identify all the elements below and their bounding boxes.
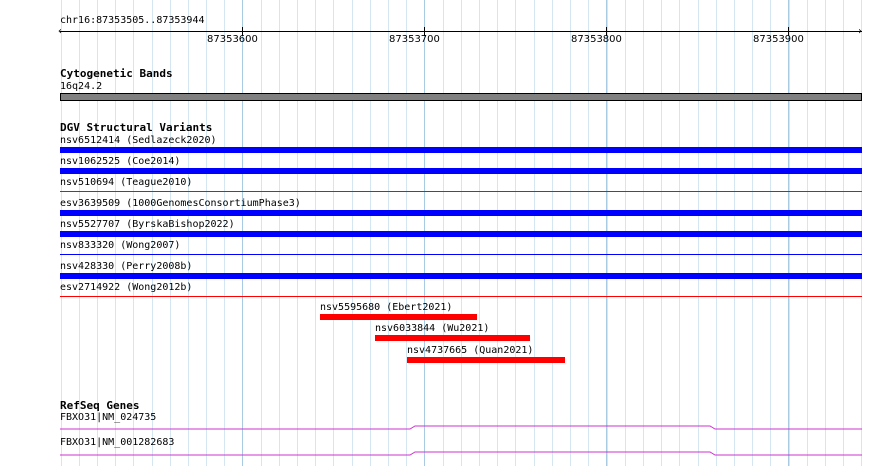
cytoband-track-title: Cytogenetic Bands — [60, 67, 173, 80]
cytoband-label: 16q24.2 — [60, 81, 103, 92]
right-arrow-icon: › — [857, 26, 864, 37]
variant-line[interactable] — [60, 254, 862, 255]
variant-label: nsv6033844 (Wu2021) — [375, 323, 490, 334]
gene-model[interactable] — [60, 449, 862, 457]
ruler-tick-label: 87353700 — [389, 34, 440, 45]
cytoband-bar[interactable] — [60, 93, 862, 101]
refseq-track-title: RefSeq Genes — [60, 399, 140, 412]
variant-label: nsv833320 (Wong2007) — [60, 240, 181, 251]
variant-label: nsv428330 (Perry2008b) — [60, 261, 193, 272]
variant-line[interactable] — [60, 191, 862, 192]
variant-bar[interactable] — [60, 147, 862, 153]
gene-label: FBXO31|NM_024735 — [60, 412, 157, 423]
variant-bar[interactable] — [320, 314, 477, 320]
variant-label: esv3639509 (1000GenomesConsortiumPhase3) — [60, 198, 301, 209]
variant-bar[interactable] — [375, 335, 530, 341]
variant-label: nsv5527707 (ByrskaBishop2022) — [60, 219, 235, 230]
dgv-track-title: DGV Structural Variants — [60, 121, 213, 134]
variant-label: nsv4737665 (Quan2021) — [407, 345, 534, 356]
variant-label: nsv1062525 (Coe2014) — [60, 156, 181, 167]
gene-label: FBXO31|NM_001282683 — [60, 437, 175, 448]
ruler-tick-label: 87353600 — [207, 34, 258, 45]
variant-bar[interactable] — [407, 357, 565, 363]
gene-model[interactable] — [60, 423, 862, 431]
left-arrow-icon: ‹ — [57, 26, 64, 37]
variant-label: esv2714922 (Wong2012b) — [60, 282, 193, 293]
variant-line[interactable] — [60, 296, 862, 297]
variant-label: nsv6512414 (Sedlazeck2020) — [60, 135, 217, 146]
location-label: chr16:87353505..87353944 — [60, 15, 205, 26]
ruler-axis — [60, 31, 862, 32]
ruler-tick-label: 87353900 — [753, 34, 804, 45]
variant-bar[interactable] — [60, 168, 862, 174]
variant-bar[interactable] — [60, 273, 862, 279]
variant-label: nsv510694 (Teague2010) — [60, 177, 193, 188]
variant-bar[interactable] — [60, 210, 862, 216]
variant-label: nsv5595680 (Ebert2021) — [320, 302, 453, 313]
ruler-tick-label: 87353800 — [571, 34, 622, 45]
variant-bar[interactable] — [60, 231, 862, 237]
